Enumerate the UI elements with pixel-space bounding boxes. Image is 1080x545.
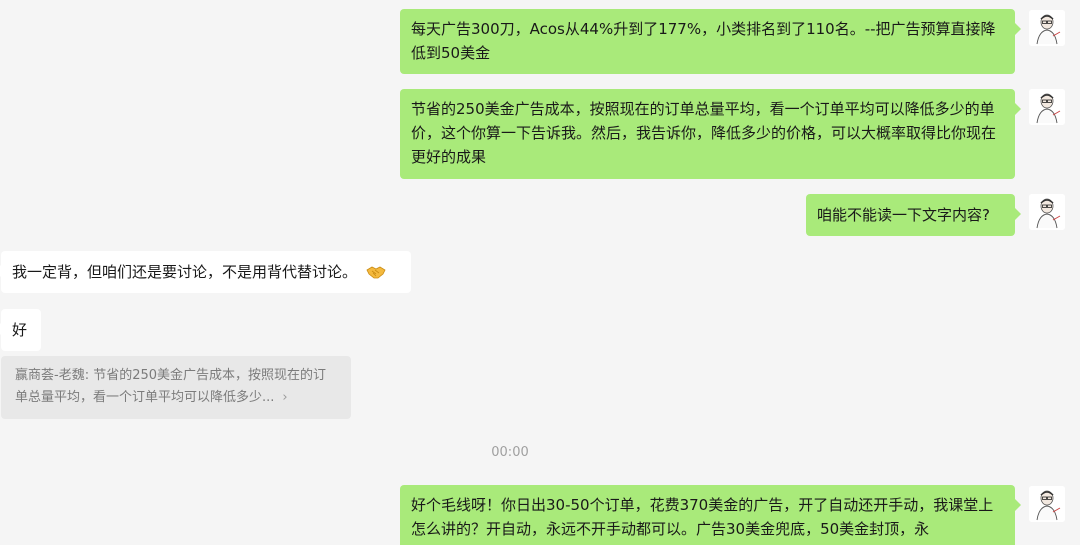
quoted-text: 赢商荟-老魏: 节省的250美金广告成本，按照现在的订单总量平均，看一个订单平均… — [15, 368, 327, 405]
avatar[interactable] — [1029, 486, 1065, 522]
message-text: 节省的250美金广告成本，按照现在的订单总量平均，看一个订单平均可以降低多少的单… — [411, 100, 997, 166]
message-text: 我一定背，但咱们还是要讨论，不是用背代替讨论。 — [12, 263, 358, 281]
message-text: 好 — [12, 321, 28, 339]
avatar-icon — [1029, 486, 1065, 522]
avatar[interactable] — [1029, 10, 1065, 46]
timestamp: 00:00 — [491, 445, 529, 460]
message-text: 咱能不能读一下文字内容? — [817, 206, 990, 224]
avatar[interactable] — [1029, 194, 1065, 230]
message-text: 每天广告300刀，Acos从44%升到了177%，小类排名到了110名。--把广… — [411, 20, 996, 62]
message-bubble-incoming[interactable]: 我一定背，但咱们还是要讨论，不是用背代替讨论。 — [0, 251, 411, 293]
message-bubble-outgoing[interactable]: 好个毛线呀！你日出30-50个订单，花费370美金的广告，开了自动还开手动，我课… — [400, 485, 1021, 545]
avatar-icon — [1029, 89, 1065, 125]
avatar-icon — [1029, 194, 1065, 230]
message-text: 好个毛线呀！你日出30-50个订单，花费370美金的广告，开了自动还开手动，我课… — [411, 496, 994, 538]
message-bubble-incoming[interactable]: 好 — [0, 309, 41, 351]
handshake-emoji-icon — [366, 266, 386, 279]
message-bubble-outgoing[interactable]: 每天广告300刀，Acos从44%升到了177%，小类排名到了110名。--把广… — [400, 9, 1021, 74]
avatar-icon — [1029, 10, 1065, 46]
message-bubble-outgoing[interactable]: 节省的250美金广告成本，按照现在的订单总量平均，看一个订单平均可以降低多少的单… — [400, 89, 1021, 179]
avatar[interactable] — [1029, 89, 1065, 125]
message-bubble-outgoing[interactable]: 咱能不能读一下文字内容? — [806, 194, 1021, 236]
chevron-right-icon: › — [282, 390, 288, 405]
quoted-message[interactable]: 赢商荟-老魏: 节省的250美金广告成本，按照现在的订单总量平均，看一个订单平均… — [1, 356, 351, 419]
